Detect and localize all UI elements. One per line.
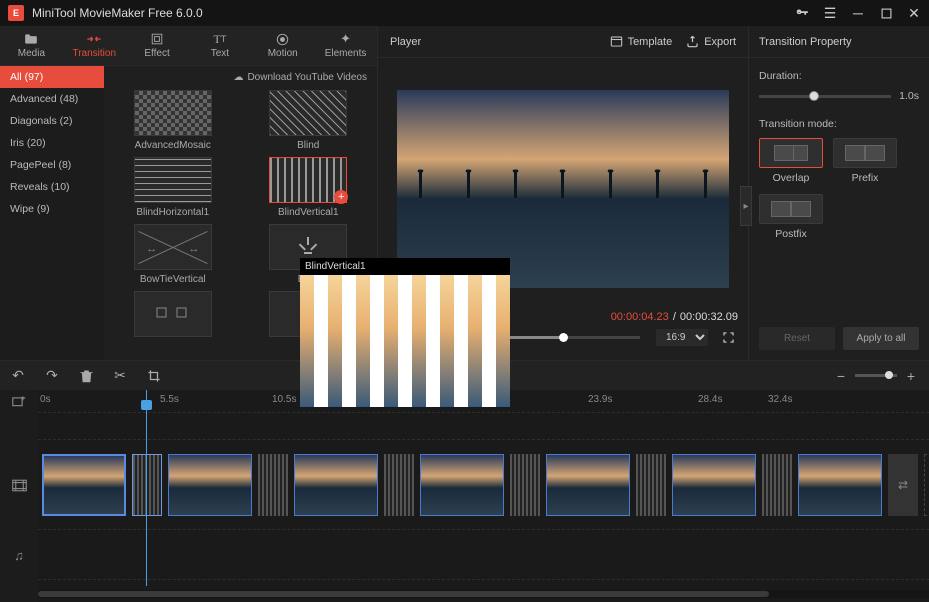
- split-button[interactable]: ✂: [112, 368, 128, 384]
- category-list: All (97) Advanced (48) Diagonals (2) Iri…: [0, 66, 104, 360]
- player-title: Player: [390, 36, 421, 48]
- transition-chip[interactable]: [762, 454, 792, 516]
- minimize-button[interactable]: ─: [851, 6, 865, 20]
- panel-collapse-toggle[interactable]: ▸: [740, 186, 752, 226]
- undo-button[interactable]: ↶: [10, 368, 26, 384]
- video-clip[interactable]: [798, 454, 882, 516]
- text-icon: TT: [213, 32, 226, 46]
- add-track-button[interactable]: [0, 390, 38, 412]
- category-diagonals[interactable]: Diagonals (2): [0, 110, 104, 132]
- video-track-icon: [0, 440, 38, 530]
- mode-overlap[interactable]: Overlap: [759, 138, 823, 184]
- apply-all-button[interactable]: Apply to all: [843, 327, 919, 350]
- timeline: ♫ 0s 5.5s 10.5s 15s 19.4s 23.9s 28.4s 32…: [0, 390, 929, 602]
- property-title: Transition Property: [749, 26, 929, 58]
- video-clip[interactable]: [420, 454, 504, 516]
- export-icon: [686, 35, 699, 48]
- thumb-blind-vertical1[interactable]: + BlindVertical1: [250, 157, 368, 220]
- video-track[interactable]: ⇄ ⬇: [38, 440, 929, 530]
- zoom-slider[interactable]: [855, 374, 897, 377]
- tab-media[interactable]: Media: [0, 26, 63, 65]
- video-clip[interactable]: [672, 454, 756, 516]
- reset-button[interactable]: Reset: [759, 327, 835, 350]
- speed-icon[interactable]: [799, 368, 815, 384]
- category-wipe[interactable]: Wipe (9): [0, 198, 104, 220]
- timeline-scrollbar[interactable]: [38, 590, 929, 598]
- transition-chip[interactable]: [384, 454, 414, 516]
- title-bar: E MiniTool MovieMaker Free 6.0.0 ☰ ─ ✕: [0, 0, 929, 26]
- transition-chip[interactable]: [132, 454, 162, 516]
- thumb-blind-horizontal1[interactable]: BlindHorizontal1: [114, 157, 232, 220]
- transition-icon: [86, 32, 102, 46]
- close-button[interactable]: ✕: [907, 6, 921, 20]
- delete-button[interactable]: [78, 368, 94, 384]
- zoom-in-button[interactable]: +: [903, 368, 919, 384]
- video-clip[interactable]: [42, 454, 126, 516]
- aspect-ratio-select[interactable]: 16:9: [656, 329, 708, 346]
- overlay-track[interactable]: [38, 412, 929, 440]
- category-reveals[interactable]: Reveals (10): [0, 176, 104, 198]
- video-clip[interactable]: [546, 454, 630, 516]
- crop-button[interactable]: [146, 368, 162, 384]
- category-pagepeel[interactable]: PagePeel (8): [0, 154, 104, 176]
- swap-chip[interactable]: ⇄: [888, 454, 918, 516]
- app-logo-icon: E: [8, 5, 24, 21]
- template-button[interactable]: Template: [610, 35, 673, 48]
- total-time: 00:00:32.09: [680, 311, 738, 323]
- tab-elements[interactable]: ✦ Elements: [314, 26, 377, 65]
- category-iris[interactable]: Iris (20): [0, 132, 104, 154]
- thumb-advanced-mosaic[interactable]: AdvancedMosaic: [114, 90, 232, 153]
- mode-postfix[interactable]: Postfix: [759, 194, 823, 240]
- transition-chip[interactable]: [636, 454, 666, 516]
- download-youtube-link[interactable]: Download YouTube Videos: [247, 72, 367, 83]
- library-tabs: Media Transition Effect TT Text: [0, 26, 377, 66]
- audio-track[interactable]: [38, 530, 929, 580]
- tab-text[interactable]: TT Text: [188, 26, 251, 65]
- category-all[interactable]: All (97): [0, 66, 104, 88]
- duration-value: 1.0s: [899, 90, 919, 102]
- thumb-item[interactable]: [114, 291, 232, 354]
- transition-preview-popup: BlindVertical1: [300, 258, 510, 407]
- current-time: 00:00:04.23: [611, 311, 669, 323]
- popup-title: BlindVertical1: [300, 258, 510, 275]
- thumb-blind[interactable]: Blind: [250, 90, 368, 153]
- video-clip[interactable]: [168, 454, 252, 516]
- effect-icon: [151, 32, 163, 46]
- transition-chip[interactable]: [258, 454, 288, 516]
- mode-prefix[interactable]: Prefix: [833, 138, 897, 184]
- folder-icon: [24, 32, 38, 46]
- playhead[interactable]: [146, 390, 147, 586]
- video-clip[interactable]: [294, 454, 378, 516]
- duration-label: Duration:: [759, 70, 919, 82]
- transition-chip[interactable]: [510, 454, 540, 516]
- motion-icon: [276, 32, 289, 46]
- app-title: MiniTool MovieMaker Free 6.0.0: [32, 6, 795, 20]
- fullscreen-button[interactable]: [718, 327, 738, 347]
- mode-label: Transition mode:: [759, 118, 919, 130]
- tab-motion[interactable]: Motion: [251, 26, 314, 65]
- redo-button[interactable]: ↷: [44, 368, 60, 384]
- zoom-out-button[interactable]: −: [833, 368, 849, 384]
- menu-icon[interactable]: ☰: [823, 6, 837, 20]
- export-button[interactable]: Export: [686, 35, 736, 48]
- category-advanced[interactable]: Advanced (48): [0, 88, 104, 110]
- download-youtube-icon: ☁: [233, 72, 243, 83]
- key-icon[interactable]: [795, 6, 809, 20]
- popup-preview-image: [300, 275, 510, 407]
- tab-effect[interactable]: Effect: [126, 26, 189, 65]
- thumb-bowtie-vertical[interactable]: ↔↔ BowTieVertical: [114, 224, 232, 287]
- property-panel: Transition Property Duration: 1.0s Trans…: [749, 26, 929, 360]
- elements-icon: ✦: [340, 32, 351, 46]
- duration-slider[interactable]: [759, 95, 891, 98]
- tab-transition[interactable]: Transition: [63, 26, 126, 65]
- template-icon: [610, 35, 623, 48]
- audio-track-icon: ♫: [0, 530, 38, 580]
- maximize-button[interactable]: [879, 6, 893, 20]
- drop-zone[interactable]: ⬇: [924, 454, 929, 516]
